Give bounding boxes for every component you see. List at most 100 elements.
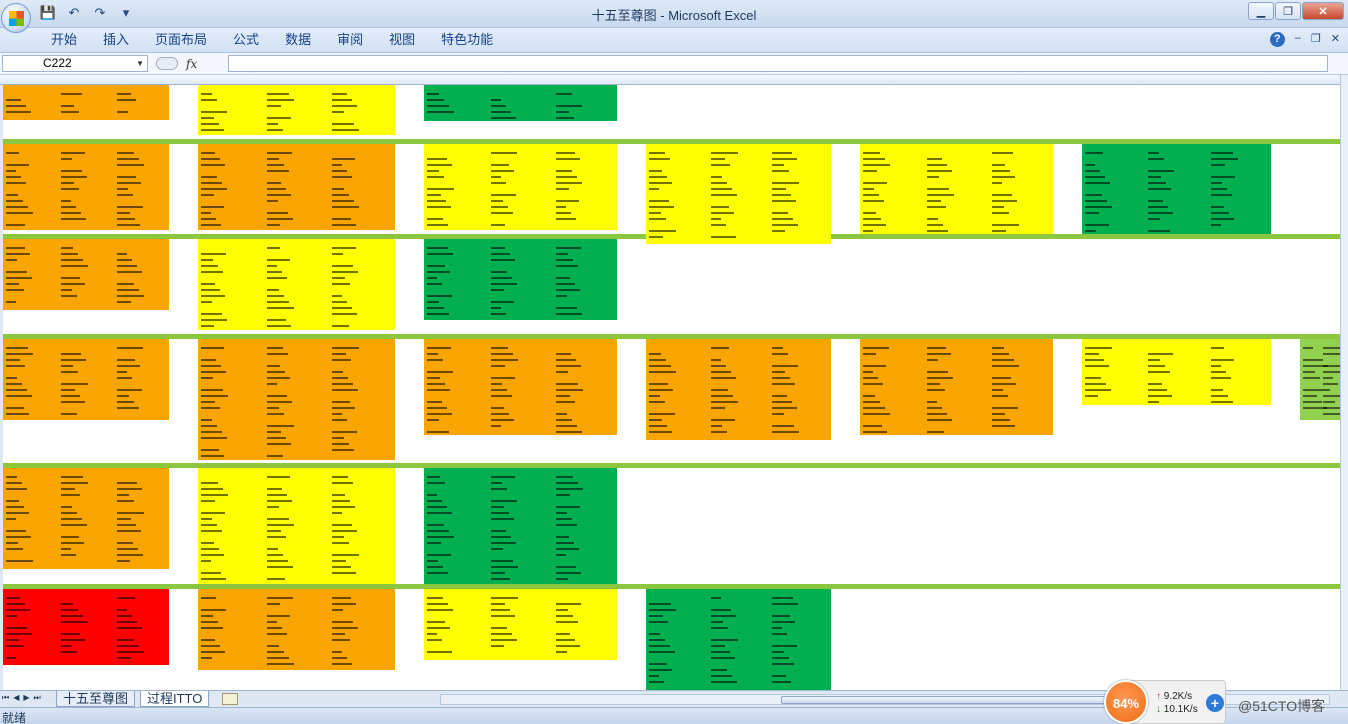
cell-text-texture — [649, 669, 672, 671]
cpu-gauge[interactable]: 84% — [1104, 680, 1148, 724]
cell-text-texture — [555, 170, 572, 172]
cell-text-texture — [266, 401, 292, 403]
cell-text-texture — [1211, 395, 1228, 397]
cell-text-texture — [649, 395, 660, 397]
cell-text-texture — [266, 633, 287, 635]
cell-text-texture — [201, 359, 216, 361]
cell-text-texture — [710, 236, 736, 238]
cell-text-texture — [1211, 371, 1226, 373]
cell-text-texture — [201, 482, 218, 484]
cell-text-texture — [991, 224, 1019, 226]
cell-text-texture — [710, 615, 736, 617]
cell-text-texture — [491, 633, 513, 635]
ribbon-restore-icon[interactable]: ❐ — [1311, 32, 1321, 47]
tab-data[interactable]: 数据 — [272, 32, 324, 48]
cell-text-texture — [201, 347, 224, 349]
cell-text-texture — [863, 188, 874, 190]
cell-text-texture — [332, 609, 344, 611]
cell-text-texture — [991, 413, 1005, 415]
cell-text-texture — [332, 105, 358, 107]
help-icon[interactable]: ? — [1269, 32, 1285, 47]
cell-text-texture — [991, 395, 1008, 397]
cell-text-texture — [116, 158, 139, 160]
last-sheet-icon[interactable]: ⏭ — [34, 693, 41, 703]
cell-text-texture — [863, 182, 887, 184]
cell-text-texture — [332, 188, 345, 190]
cell-text-texture — [649, 633, 660, 635]
insert-function-icon[interactable]: fx — [186, 57, 197, 71]
cell-text-texture — [555, 639, 575, 641]
worksheet-grid[interactable] — [0, 75, 1348, 690]
watermark: @51CTO博客 — [1238, 698, 1326, 714]
cell-text-texture — [863, 377, 878, 379]
cell-text-texture — [427, 265, 445, 267]
cell-text-texture — [201, 313, 222, 315]
vertical-scrollbar[interactable] — [1340, 75, 1348, 690]
cell-text-texture — [555, 548, 579, 550]
close-button[interactable]: ✕ — [1302, 2, 1344, 20]
cell-text-texture — [991, 182, 1002, 184]
cell-text-texture — [332, 419, 348, 421]
cell-text-texture — [332, 347, 360, 349]
tab-special-features[interactable]: 特色功能 — [428, 32, 506, 48]
cell-text-texture — [201, 500, 215, 502]
cell-text-texture — [266, 560, 288, 562]
cell-text-texture — [266, 371, 285, 373]
cell-text-texture — [6, 542, 18, 544]
cell-text-texture — [427, 506, 447, 508]
cell-text-texture — [427, 530, 449, 532]
accelerate-button[interactable]: + — [1206, 694, 1224, 712]
cell-text-texture — [491, 313, 507, 315]
formula-input[interactable] — [228, 55, 1328, 72]
cell-text-texture — [927, 389, 946, 391]
cell-text-texture — [427, 566, 443, 568]
cell-text-texture — [6, 152, 19, 154]
tab-home[interactable]: 开始 — [38, 32, 90, 48]
tab-page-layout[interactable]: 页面布局 — [142, 32, 220, 48]
cell-text-texture — [6, 500, 19, 502]
cell-text-texture — [1211, 224, 1221, 226]
tab-review[interactable]: 审阅 — [324, 32, 376, 48]
first-sheet-icon[interactable]: ⏮ — [2, 693, 9, 703]
cell-text-texture — [61, 548, 72, 550]
next-sheet-icon[interactable]: ▶ — [23, 693, 29, 703]
prev-sheet-icon[interactable]: ◀ — [13, 693, 19, 703]
cell-text-texture — [427, 295, 452, 297]
office-button[interactable] — [1, 3, 31, 33]
cell-text-texture — [1148, 200, 1163, 202]
cell-text-texture — [6, 212, 33, 214]
tab-view[interactable]: 视图 — [376, 32, 428, 48]
formula-controls[interactable] — [156, 57, 178, 70]
cell-text-texture — [201, 488, 223, 490]
cell-text-texture — [332, 566, 352, 568]
cell-text-texture — [427, 224, 448, 226]
sheet-tab[interactable]: 十五至尊图 — [56, 691, 136, 707]
ribbon-minimize-icon[interactable]: – — [1295, 32, 1301, 47]
cell-text-texture — [1148, 188, 1171, 190]
cell-text-texture — [1323, 353, 1340, 355]
cell-text-texture — [1303, 401, 1322, 403]
insert-sheet-icon[interactable] — [222, 693, 238, 705]
cell-text-texture — [863, 431, 887, 433]
cell-text-texture — [491, 488, 508, 490]
cell-text-texture — [332, 176, 353, 178]
minimize-button[interactable]: ▁ — [1248, 2, 1274, 20]
cell-text-texture — [1085, 395, 1098, 397]
name-box-dropdown-icon[interactable]: ▼ — [136, 56, 144, 71]
restore-button[interactable]: ❐ — [1275, 2, 1301, 20]
cell-text-texture — [710, 425, 722, 427]
tab-insert[interactable]: 插入 — [90, 32, 142, 48]
cell-text-texture — [6, 627, 27, 629]
cell-text-texture — [427, 93, 439, 95]
cell-text-texture — [332, 401, 351, 403]
cell-text-texture — [332, 111, 345, 113]
cell-text-texture — [201, 578, 226, 580]
sheet-tab-active[interactable]: 过程ITTO — [140, 691, 210, 707]
cell-text-texture — [710, 651, 730, 653]
cell-text-texture — [772, 627, 783, 629]
cell-text-texture — [6, 271, 27, 273]
name-box[interactable]: C222 ▼ — [2, 55, 148, 72]
ribbon-close-icon[interactable]: ✕ — [1331, 32, 1340, 47]
tab-formulas[interactable]: 公式 — [220, 32, 272, 48]
cell-text-texture — [491, 353, 514, 355]
